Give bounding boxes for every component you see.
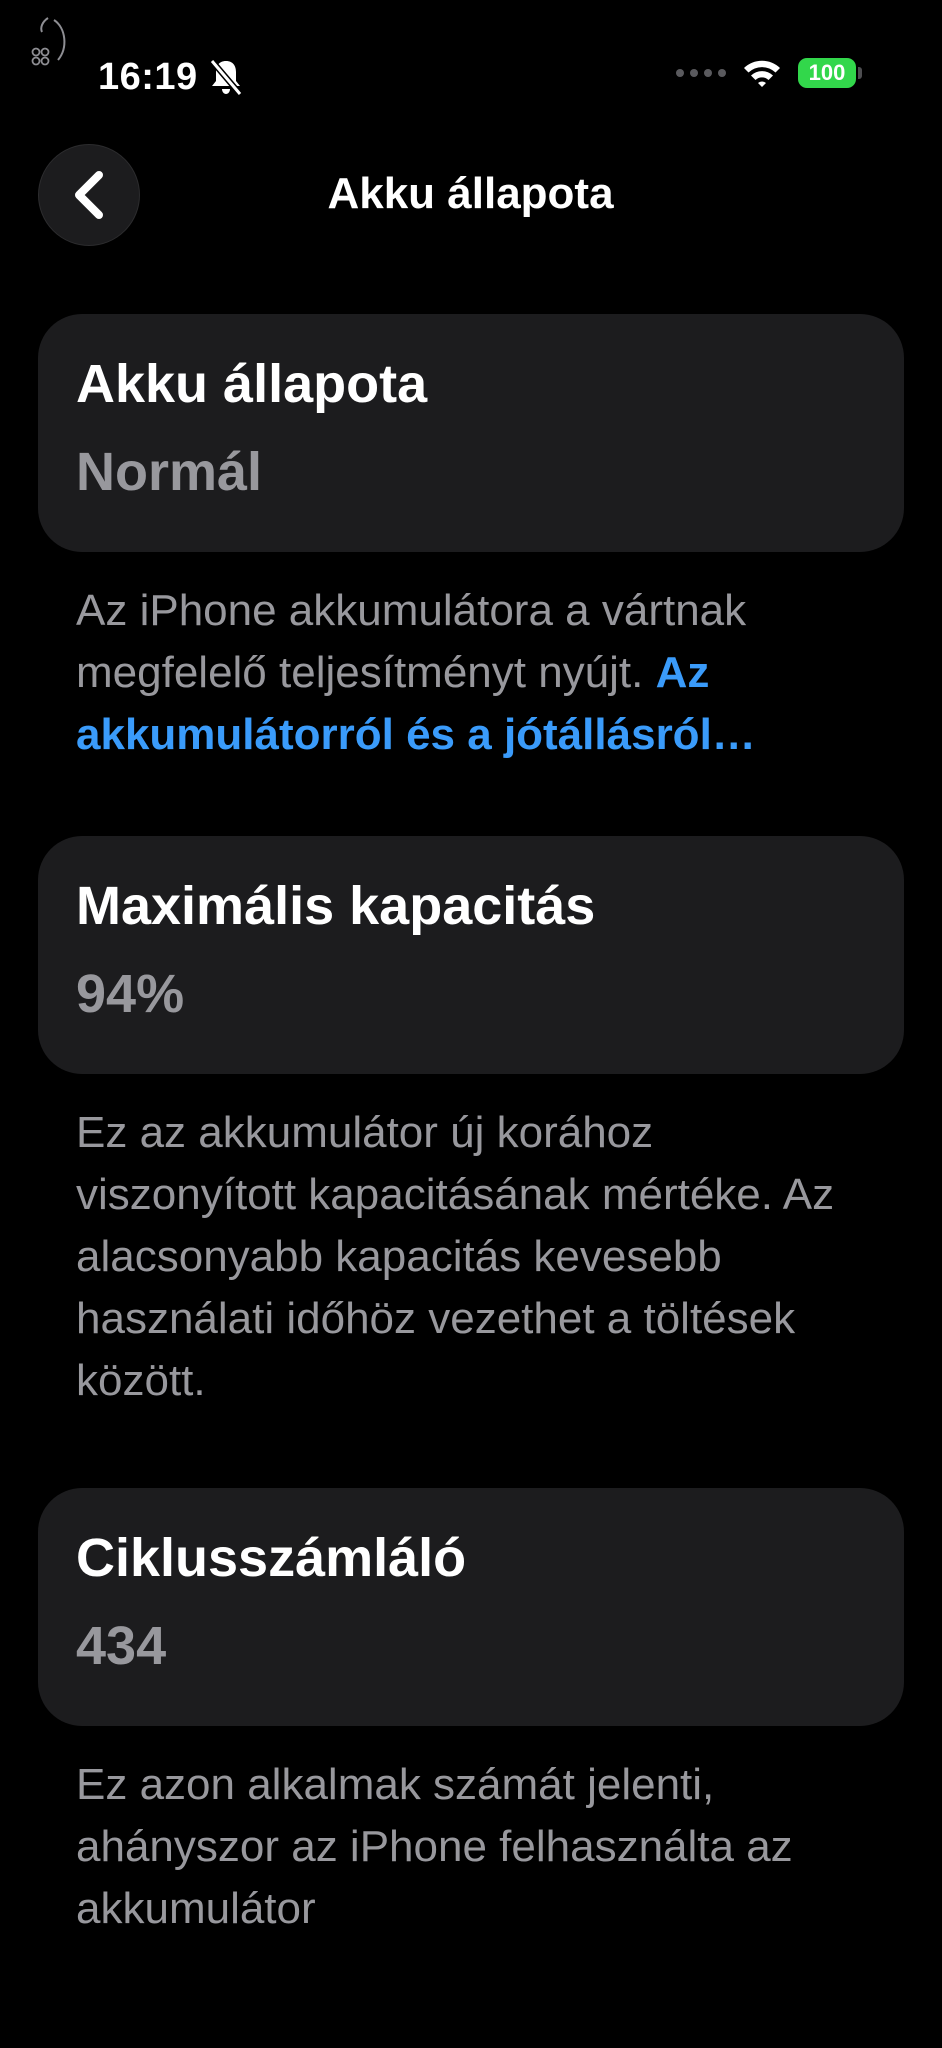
- navigation-bar: Akku állapota: [0, 144, 942, 248]
- battery-level: 100: [798, 58, 856, 88]
- wifi-icon: [744, 60, 780, 87]
- app-logo-icon: [31, 17, 66, 66]
- bell-slash-icon: [209, 59, 242, 96]
- cycle-count-card: Ciklusszámláló 434: [38, 1488, 904, 1726]
- battery-icon: 100: [798, 58, 862, 88]
- battery-health-label: Akku állapota: [76, 354, 428, 414]
- maximum-capacity-card: Maximális kapacitás 94%: [38, 836, 904, 1074]
- battery-health-text: Az iPhone akkumulátora a vártnak megfele…: [76, 586, 747, 697]
- maximum-capacity-label: Maximális kapacitás: [76, 876, 596, 936]
- cycle-count-description: Ez azon alkalmak számát jelenti, ahánysz…: [76, 1760, 793, 1933]
- status-bar: 16:19 100: [0, 0, 942, 130]
- cellular-signal-icon: [676, 69, 726, 77]
- battery-health-description: Az iPhone akkumulátora a vártnak megfele…: [38, 552, 904, 766]
- maximum-capacity-value: 94%: [76, 964, 185, 1024]
- page-title: Akku állapota: [327, 169, 614, 218]
- status-indicators: 100: [676, 58, 862, 88]
- cycle-count-value: 434: [76, 1616, 167, 1676]
- battery-health-card: Akku állapota Normál: [38, 314, 904, 552]
- cycle-count-label: Ciklusszámláló: [76, 1528, 467, 1588]
- status-time: 16:19: [98, 56, 198, 98]
- maximum-capacity-description: Ez az akkumulátor új korához viszonyítot…: [76, 1108, 835, 1405]
- battery-health-value: Normál: [76, 442, 263, 502]
- battery-health-content: Akku állapota Normál Az iPhone akkumulát…: [38, 314, 904, 1940]
- time-group: 16:19: [98, 52, 244, 102]
